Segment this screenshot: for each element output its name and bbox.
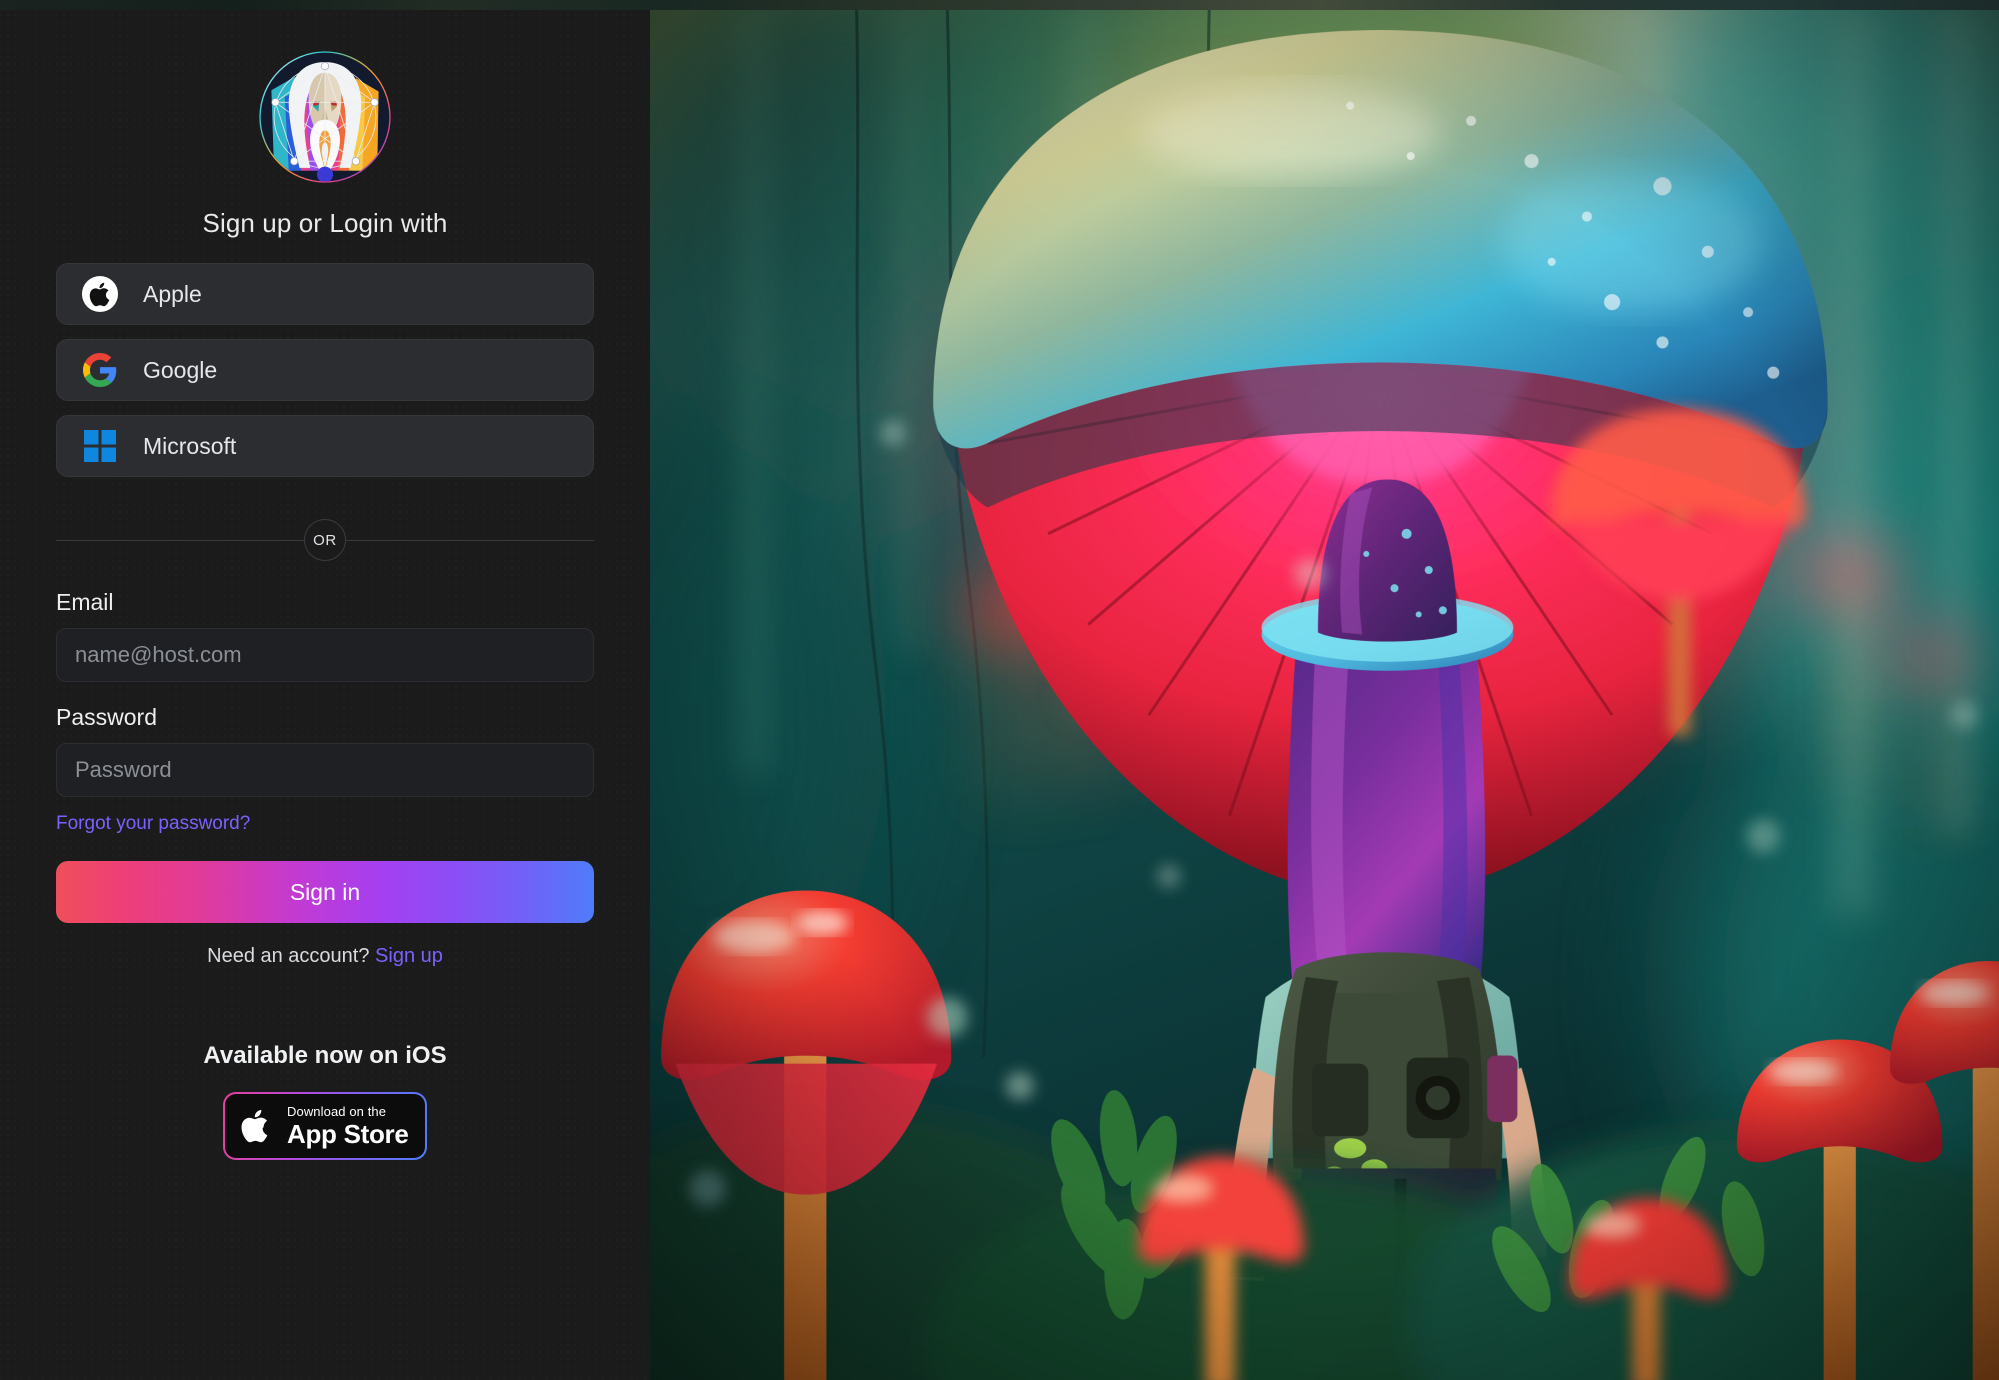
apple-signin-button[interactable]: Apple <box>56 263 594 325</box>
microsoft-signin-button[interactable]: Microsoft <box>56 415 594 477</box>
app-store-small-label: Download on the <box>287 1104 387 1119</box>
or-label: OR <box>304 519 346 561</box>
hero-illustration <box>650 10 1999 1380</box>
google-signin-button[interactable]: Google <box>56 339 594 401</box>
hero-image <box>650 10 1999 1380</box>
sign-up-link[interactable]: Sign up <box>375 945 443 967</box>
login-page: Sign up or Login with Apple Google Micro… <box>0 0 1999 1380</box>
microsoft-icon <box>81 427 119 465</box>
brand-logo-wrap <box>56 50 594 184</box>
mystic-face-logo-icon <box>259 51 391 183</box>
google-signin-label: Google <box>143 356 218 383</box>
microsoft-signin-label: Microsoft <box>143 432 237 459</box>
forgot-password-link[interactable]: Forgot your password? <box>56 813 250 835</box>
password-label: Password <box>56 704 157 730</box>
top-edge-strip <box>0 0 1999 10</box>
app-store-badge[interactable]: Download on the App Store <box>223 1092 427 1160</box>
page-title: Sign up or Login with <box>202 208 448 238</box>
social-login-list: Apple Google Microsoft <box>56 263 594 477</box>
auth-panel: Sign up or Login with Apple Google Micro… <box>0 0 650 1380</box>
or-divider: OR <box>56 515 594 565</box>
apple-signin-label: Apple <box>143 280 202 307</box>
apple-icon <box>81 275 119 313</box>
email-label: Email <box>56 589 114 615</box>
apple-icon <box>241 1109 268 1143</box>
signup-prompt: Need an account? Sign up <box>56 945 594 968</box>
top-edge-image <box>0 0 1999 10</box>
ios-availability-title: Available now on iOS <box>203 1042 447 1069</box>
app-store-wrap: Download on the App Store <box>56 1092 594 1160</box>
app-store-big-label: App Store <box>287 1119 409 1149</box>
signup-prompt-text: Need an account? <box>207 945 370 967</box>
sign-in-button[interactable]: Sign in <box>56 861 594 923</box>
password-field[interactable] <box>56 743 594 797</box>
login-form: Email Password Forgot your password? Sig… <box>56 589 594 968</box>
google-icon <box>81 351 119 389</box>
email-field[interactable] <box>56 628 594 682</box>
